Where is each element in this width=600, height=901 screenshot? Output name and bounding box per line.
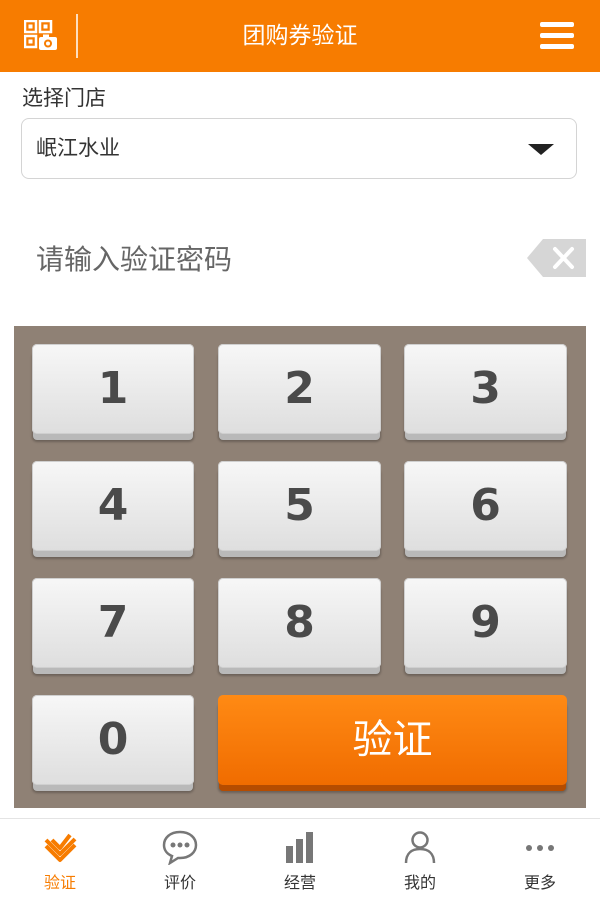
- key-2[interactable]: 2: [218, 344, 381, 434]
- key-6[interactable]: 6: [404, 461, 567, 551]
- key-0[interactable]: 0: [32, 695, 194, 785]
- menu-bar: [540, 44, 574, 49]
- tab-reviews[interactable]: 评价: [120, 819, 240, 901]
- menu-bar: [540, 33, 574, 38]
- store-label: 选择门店: [22, 86, 106, 110]
- user-icon: [404, 831, 436, 864]
- store-select[interactable]: 岷江水业: [21, 118, 577, 179]
- key-5[interactable]: 5: [218, 461, 381, 551]
- tab-business[interactable]: 经营: [240, 819, 360, 901]
- numeric-keypad: 1 2 3 4 5 6 7 8 9 0 验证: [14, 326, 586, 808]
- chevron-down-icon: [528, 144, 554, 155]
- tab-label: 经营: [283, 873, 316, 892]
- header-divider: [76, 14, 78, 58]
- tab-label: 评价: [163, 873, 196, 892]
- key-1[interactable]: 1: [32, 344, 194, 434]
- speech-bubble-icon: [162, 830, 198, 865]
- backspace-icon[interactable]: [527, 238, 587, 278]
- tab-mine[interactable]: 我的: [360, 819, 480, 901]
- key-8[interactable]: 8: [218, 578, 381, 668]
- tab-verify[interactable]: 验证: [0, 819, 120, 901]
- verify-button[interactable]: 验证: [218, 695, 567, 785]
- store-selected-value: 岷江水业: [36, 136, 120, 160]
- tab-more[interactable]: 更多: [480, 819, 600, 901]
- tab-label: 更多: [523, 873, 556, 892]
- qr-scan-icon[interactable]: [23, 19, 58, 52]
- bottom-tab-bar: 验证 评价 经营 我的 更多: [0, 818, 600, 901]
- tab-label: 验证: [43, 873, 76, 892]
- page-title: 团购券验证: [242, 23, 358, 49]
- more-dots-icon: [526, 845, 554, 851]
- key-9[interactable]: 9: [404, 578, 567, 668]
- tab-label: 我的: [403, 873, 436, 892]
- key-7[interactable]: 7: [32, 578, 194, 668]
- menu-icon[interactable]: [540, 22, 574, 52]
- bar-chart-icon: [286, 832, 313, 863]
- verify-code-input[interactable]: [22, 228, 530, 290]
- verify-check-icon: [44, 833, 77, 862]
- menu-bar: [540, 22, 574, 27]
- key-4[interactable]: 4: [32, 461, 194, 551]
- key-3[interactable]: 3: [404, 344, 567, 434]
- app-header: 团购券验证: [0, 0, 600, 72]
